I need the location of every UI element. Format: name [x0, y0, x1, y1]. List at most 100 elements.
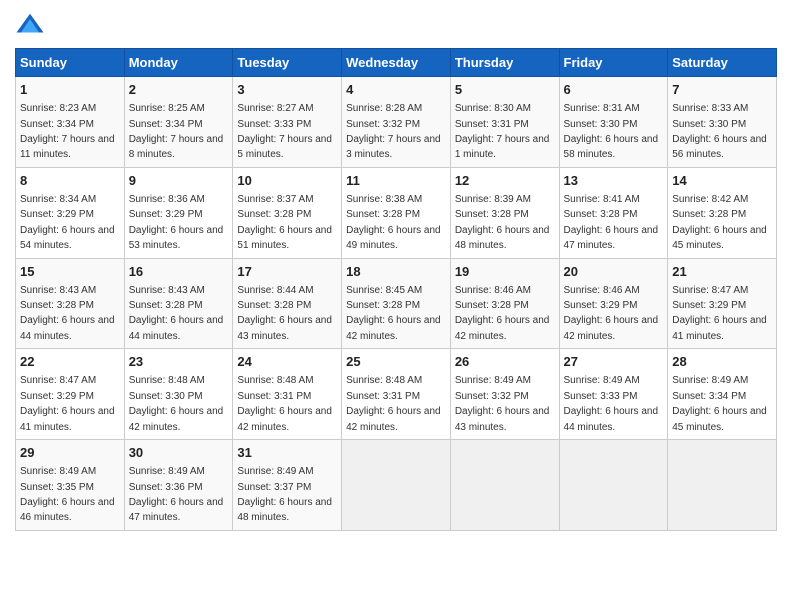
weekday-header-tuesday: Tuesday [233, 49, 342, 77]
calendar-cell: 7 Sunrise: 8:33 AMSunset: 3:30 PMDayligh… [668, 77, 777, 168]
day-number: 9 [129, 172, 229, 190]
weekday-header-thursday: Thursday [450, 49, 559, 77]
calendar-cell: 4 Sunrise: 8:28 AMSunset: 3:32 PMDayligh… [342, 77, 451, 168]
day-info: Sunrise: 8:49 AMSunset: 3:35 PMDaylight:… [20, 466, 115, 523]
day-number: 20 [564, 263, 664, 281]
calendar-table: SundayMondayTuesdayWednesdayThursdayFrid… [15, 48, 777, 531]
calendar-cell: 10 Sunrise: 8:37 AMSunset: 3:28 PMDaylig… [233, 167, 342, 258]
day-info: Sunrise: 8:44 AMSunset: 3:28 PMDaylight:… [237, 285, 332, 342]
calendar-week-3: 15 Sunrise: 8:43 AMSunset: 3:28 PMDaylig… [16, 258, 777, 349]
calendar-cell: 27 Sunrise: 8:49 AMSunset: 3:33 PMDaylig… [559, 349, 668, 440]
day-number: 26 [455, 353, 555, 371]
day-info: Sunrise: 8:42 AMSunset: 3:28 PMDaylight:… [672, 194, 767, 251]
day-info: Sunrise: 8:33 AMSunset: 3:30 PMDaylight:… [672, 103, 767, 160]
logo [15, 10, 49, 40]
calendar-cell: 25 Sunrise: 8:48 AMSunset: 3:31 PMDaylig… [342, 349, 451, 440]
day-info: Sunrise: 8:46 AMSunset: 3:29 PMDaylight:… [564, 285, 659, 342]
calendar-week-2: 8 Sunrise: 8:34 AMSunset: 3:29 PMDayligh… [16, 167, 777, 258]
weekday-header-saturday: Saturday [668, 49, 777, 77]
weekday-header-monday: Monday [124, 49, 233, 77]
day-info: Sunrise: 8:48 AMSunset: 3:30 PMDaylight:… [129, 375, 224, 432]
day-number: 23 [129, 353, 229, 371]
calendar-cell: 5 Sunrise: 8:30 AMSunset: 3:31 PMDayligh… [450, 77, 559, 168]
day-info: Sunrise: 8:47 AMSunset: 3:29 PMDaylight:… [20, 375, 115, 432]
day-info: Sunrise: 8:48 AMSunset: 3:31 PMDaylight:… [346, 375, 441, 432]
calendar-cell: 24 Sunrise: 8:48 AMSunset: 3:31 PMDaylig… [233, 349, 342, 440]
day-number: 18 [346, 263, 446, 281]
day-info: Sunrise: 8:38 AMSunset: 3:28 PMDaylight:… [346, 194, 441, 251]
day-info: Sunrise: 8:37 AMSunset: 3:28 PMDaylight:… [237, 194, 332, 251]
calendar-cell: 2 Sunrise: 8:25 AMSunset: 3:34 PMDayligh… [124, 77, 233, 168]
calendar-cell: 15 Sunrise: 8:43 AMSunset: 3:28 PMDaylig… [16, 258, 125, 349]
day-info: Sunrise: 8:30 AMSunset: 3:31 PMDaylight:… [455, 103, 550, 160]
day-number: 5 [455, 81, 555, 99]
day-info: Sunrise: 8:49 AMSunset: 3:34 PMDaylight:… [672, 375, 767, 432]
calendar-cell [342, 440, 451, 531]
day-number: 15 [20, 263, 120, 281]
logo-icon [15, 10, 45, 40]
day-info: Sunrise: 8:43 AMSunset: 3:28 PMDaylight:… [20, 285, 115, 342]
day-number: 1 [20, 81, 120, 99]
day-number: 16 [129, 263, 229, 281]
calendar-cell: 31 Sunrise: 8:49 AMSunset: 3:37 PMDaylig… [233, 440, 342, 531]
day-number: 28 [672, 353, 772, 371]
day-info: Sunrise: 8:41 AMSunset: 3:28 PMDaylight:… [564, 194, 659, 251]
calendar-cell: 20 Sunrise: 8:46 AMSunset: 3:29 PMDaylig… [559, 258, 668, 349]
day-number: 14 [672, 172, 772, 190]
day-number: 24 [237, 353, 337, 371]
day-number: 10 [237, 172, 337, 190]
calendar-cell: 14 Sunrise: 8:42 AMSunset: 3:28 PMDaylig… [668, 167, 777, 258]
calendar-cell: 22 Sunrise: 8:47 AMSunset: 3:29 PMDaylig… [16, 349, 125, 440]
day-info: Sunrise: 8:34 AMSunset: 3:29 PMDaylight:… [20, 194, 115, 251]
day-number: 27 [564, 353, 664, 371]
calendar-cell [668, 440, 777, 531]
calendar-cell: 13 Sunrise: 8:41 AMSunset: 3:28 PMDaylig… [559, 167, 668, 258]
calendar-cell: 1 Sunrise: 8:23 AMSunset: 3:34 PMDayligh… [16, 77, 125, 168]
day-info: Sunrise: 8:39 AMSunset: 3:28 PMDaylight:… [455, 194, 550, 251]
day-info: Sunrise: 8:49 AMSunset: 3:37 PMDaylight:… [237, 466, 332, 523]
day-info: Sunrise: 8:25 AMSunset: 3:34 PMDaylight:… [129, 103, 224, 160]
weekday-header-sunday: Sunday [16, 49, 125, 77]
day-number: 22 [20, 353, 120, 371]
day-number: 2 [129, 81, 229, 99]
day-info: Sunrise: 8:49 AMSunset: 3:32 PMDaylight:… [455, 375, 550, 432]
day-number: 3 [237, 81, 337, 99]
calendar-week-4: 22 Sunrise: 8:47 AMSunset: 3:29 PMDaylig… [16, 349, 777, 440]
day-number: 11 [346, 172, 446, 190]
calendar-cell: 30 Sunrise: 8:49 AMSunset: 3:36 PMDaylig… [124, 440, 233, 531]
calendar-cell [450, 440, 559, 531]
calendar-cell: 3 Sunrise: 8:27 AMSunset: 3:33 PMDayligh… [233, 77, 342, 168]
day-number: 31 [237, 444, 337, 462]
calendar-cell: 16 Sunrise: 8:43 AMSunset: 3:28 PMDaylig… [124, 258, 233, 349]
calendar-cell: 19 Sunrise: 8:46 AMSunset: 3:28 PMDaylig… [450, 258, 559, 349]
calendar-cell: 23 Sunrise: 8:48 AMSunset: 3:30 PMDaylig… [124, 349, 233, 440]
day-number: 21 [672, 263, 772, 281]
day-number: 25 [346, 353, 446, 371]
calendar-week-1: 1 Sunrise: 8:23 AMSunset: 3:34 PMDayligh… [16, 77, 777, 168]
calendar-cell: 29 Sunrise: 8:49 AMSunset: 3:35 PMDaylig… [16, 440, 125, 531]
calendar-cell [559, 440, 668, 531]
day-number: 17 [237, 263, 337, 281]
day-info: Sunrise: 8:45 AMSunset: 3:28 PMDaylight:… [346, 285, 441, 342]
calendar-week-5: 29 Sunrise: 8:49 AMSunset: 3:35 PMDaylig… [16, 440, 777, 531]
calendar-cell: 17 Sunrise: 8:44 AMSunset: 3:28 PMDaylig… [233, 258, 342, 349]
day-info: Sunrise: 8:46 AMSunset: 3:28 PMDaylight:… [455, 285, 550, 342]
day-number: 13 [564, 172, 664, 190]
calendar-cell: 9 Sunrise: 8:36 AMSunset: 3:29 PMDayligh… [124, 167, 233, 258]
day-info: Sunrise: 8:28 AMSunset: 3:32 PMDaylight:… [346, 103, 441, 160]
day-number: 7 [672, 81, 772, 99]
calendar-cell: 26 Sunrise: 8:49 AMSunset: 3:32 PMDaylig… [450, 349, 559, 440]
calendar-cell: 18 Sunrise: 8:45 AMSunset: 3:28 PMDaylig… [342, 258, 451, 349]
day-info: Sunrise: 8:49 AMSunset: 3:33 PMDaylight:… [564, 375, 659, 432]
calendar-cell: 8 Sunrise: 8:34 AMSunset: 3:29 PMDayligh… [16, 167, 125, 258]
day-info: Sunrise: 8:43 AMSunset: 3:28 PMDaylight:… [129, 285, 224, 342]
day-info: Sunrise: 8:23 AMSunset: 3:34 PMDaylight:… [20, 103, 115, 160]
day-info: Sunrise: 8:48 AMSunset: 3:31 PMDaylight:… [237, 375, 332, 432]
day-number: 12 [455, 172, 555, 190]
calendar-cell: 12 Sunrise: 8:39 AMSunset: 3:28 PMDaylig… [450, 167, 559, 258]
day-number: 8 [20, 172, 120, 190]
header-row: SundayMondayTuesdayWednesdayThursdayFrid… [16, 49, 777, 77]
day-info: Sunrise: 8:27 AMSunset: 3:33 PMDaylight:… [237, 103, 332, 160]
page-header [15, 10, 777, 40]
day-number: 19 [455, 263, 555, 281]
